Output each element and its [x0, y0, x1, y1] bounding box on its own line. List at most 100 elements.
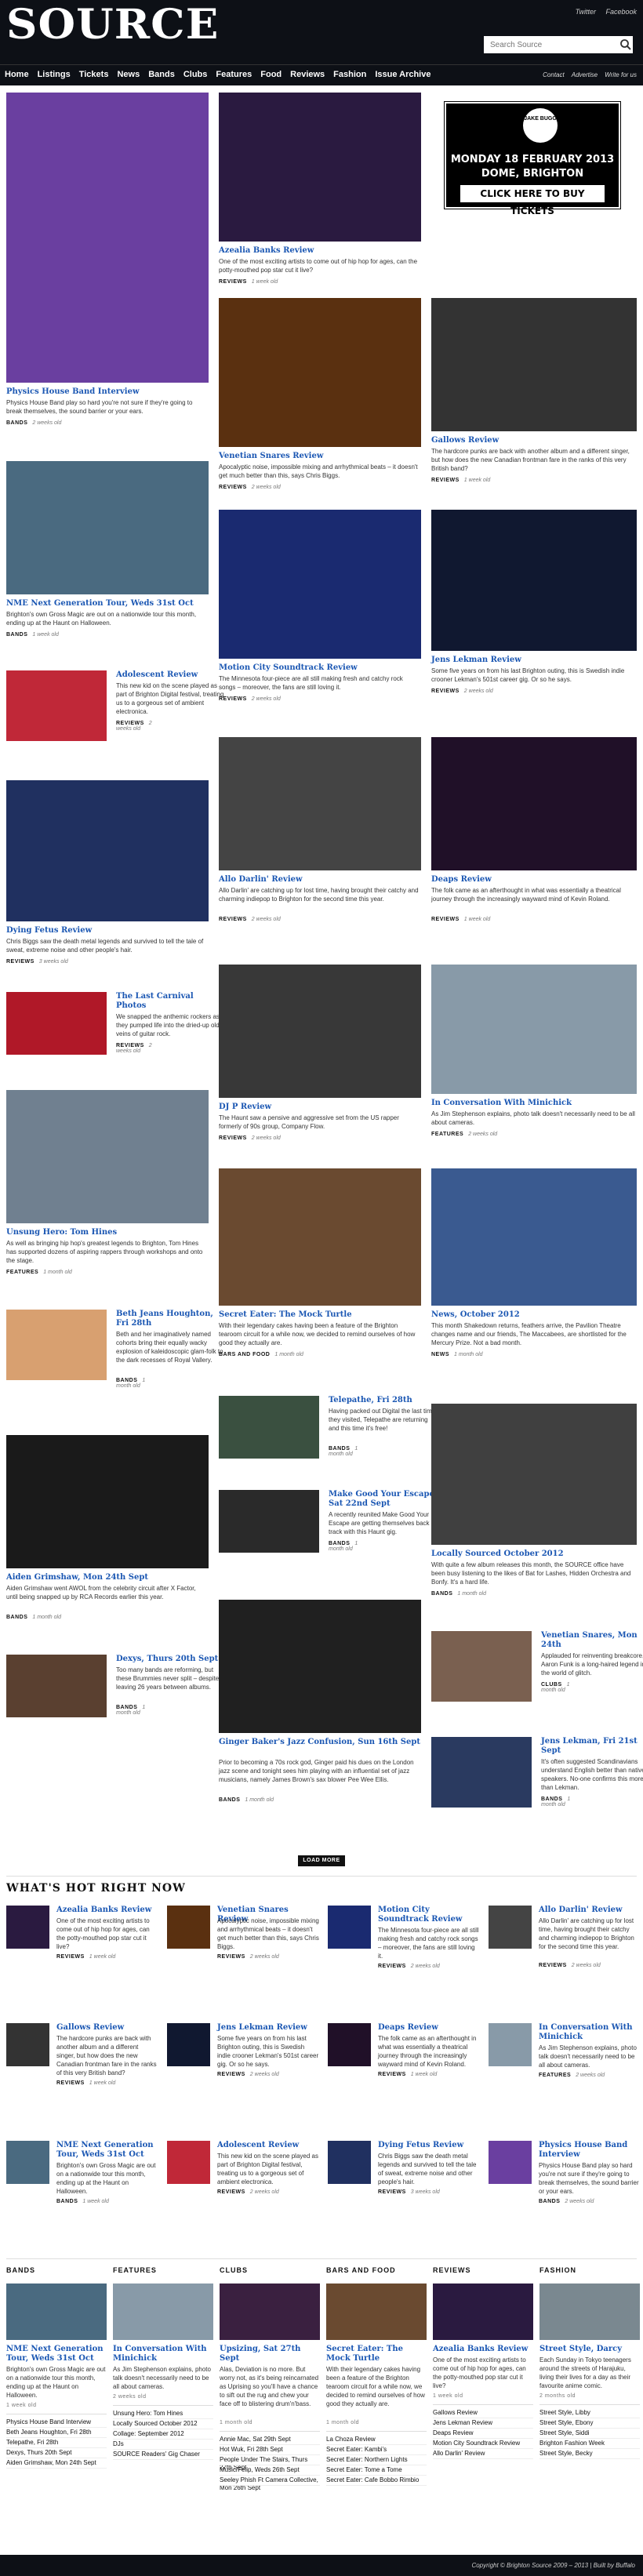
article-title[interactable]: Physics House Band Interview [6, 387, 209, 397]
column-title[interactable]: Street Style, Darcy [539, 2345, 640, 2354]
hot-thumbnail[interactable] [167, 2141, 210, 2184]
nav-item-tickets[interactable]: Tickets [79, 70, 109, 79]
article-image[interactable] [6, 780, 209, 921]
article-card[interactable]: Physics House Band Interview Physics Hous… [6, 93, 209, 457]
article-title[interactable]: Secret Eater: The Mock Turtle [219, 1310, 421, 1320]
article-card[interactable]: Deaps Review The folk came as an aftertho… [431, 737, 637, 945]
hot-item[interactable]: Allo Darlin' Review Allo Darlin' are catc… [489, 1906, 643, 2015]
article-image[interactable] [219, 298, 421, 447]
column-list-item[interactable]: Locally Sourced October 2012 [113, 2420, 213, 2428]
hot-title[interactable]: In Conversation With Minichick [539, 2023, 641, 2042]
article-card[interactable]: In Conversation With Minichick As Jim Ste… [431, 965, 637, 1168]
article-category[interactable]: REVIEWS [431, 917, 460, 922]
article-card[interactable]: Venetian Snares, Mon 24th Applauded for r… [431, 1631, 643, 1733]
article-title[interactable]: NME Next Generation Tour, Weds 31st Oct [6, 599, 209, 609]
article-card[interactable]: Allo Darlin' Review Allo Darlin' are catc… [219, 737, 421, 945]
hot-item[interactable]: In Conversation With Minichick As Jim Ste… [489, 2023, 643, 2133]
column-heading[interactable]: REVIEWS [433, 2266, 471, 2274]
hot-item[interactable]: Physics House Band Interview Physics Hous… [489, 2141, 643, 2251]
nav-item-fashion[interactable]: Fashion [333, 70, 366, 79]
article-card[interactable]: Dexys, Thurs 20th Sept Too many bands are… [6, 1655, 219, 1749]
load-more-button[interactable]: LOAD MORE [298, 1855, 345, 1866]
column-list-item[interactable]: Street Style, Ebony [539, 2419, 640, 2427]
column-list-item[interactable]: Secret Eater: Cafe Bobbo Rimbio [326, 2476, 427, 2484]
column-list-item[interactable]: DJs [113, 2440, 213, 2448]
column-title[interactable]: Azealia Banks Review [433, 2345, 533, 2354]
column-image[interactable] [326, 2284, 427, 2340]
article-title[interactable]: The Last Carnival Photos [116, 992, 226, 1011]
column-list-item[interactable]: Dexys, Thurs 20th Sept [6, 2449, 107, 2457]
hot-category[interactable]: REVIEWS [56, 2080, 85, 2086]
hot-thumbnail[interactable] [6, 2141, 49, 2184]
article-title[interactable]: Venetian Snares Review [219, 452, 421, 461]
column-list-item[interactable]: Deaps Review [433, 2429, 533, 2437]
article-title[interactable]: DJ P Review [219, 1103, 421, 1112]
article-card[interactable]: Azealia Banks Review One of the most exci… [219, 93, 421, 316]
article-title[interactable]: Dying Fetus Review [6, 926, 209, 936]
hot-thumbnail[interactable] [167, 1906, 210, 1949]
article-card[interactable]: Venetian Snares Review Apocalyptic noise,… [219, 298, 421, 521]
article-category[interactable]: REVIEWS [6, 959, 35, 965]
article-card[interactable]: Make Good Your Escape, Sat 22nd Sept A re… [219, 1490, 438, 1584]
column-list-item[interactable]: Secret Eater: Kambi's [326, 2446, 427, 2454]
article-category[interactable]: BANDS [6, 632, 27, 638]
article-title[interactable]: Unsung Hero: Tom Hines [6, 1228, 209, 1237]
article-image[interactable] [219, 1600, 421, 1733]
hot-title[interactable]: Jens Lekman Review [217, 2023, 319, 2033]
article-category[interactable]: BARS AND FOOD [219, 1352, 270, 1357]
article-title[interactable]: Ginger Baker's Jazz Confusion, Sun 16th … [219, 1738, 421, 1747]
article-card[interactable]: NME Next Generation Tour, Weds 31st Oct B… [6, 461, 209, 669]
article-card[interactable]: The Last Carnival Photos We snapped the a… [6, 992, 220, 1086]
article-image[interactable] [219, 93, 421, 242]
search-icon[interactable] [619, 38, 632, 51]
column-list-item[interactable]: Brighton Fashion Week [539, 2440, 640, 2447]
article-card[interactable]: Dying Fetus Review Chris Biggs saw the de… [6, 780, 209, 996]
article-title[interactable]: Gallows Review [431, 436, 637, 445]
article-title[interactable]: In Conversation With Minichick [431, 1099, 637, 1108]
article-card[interactable]: Adolescent Review This new kid on the sce… [6, 670, 223, 772]
article-card[interactable]: Locally Sourced October 2012 With quite a… [431, 1404, 637, 1619]
article-card[interactable]: Aiden Grimshaw, Mon 24th Sept Aiden Grims… [6, 1435, 209, 1643]
search-input[interactable] [484, 36, 633, 53]
column-list-item[interactable]: Unsung Hero: Tom Hines [113, 2410, 213, 2418]
hot-category[interactable]: REVIEWS [378, 2072, 406, 2077]
nav-item-home[interactable]: Home [5, 70, 29, 79]
hot-thumbnail[interactable] [489, 2141, 532, 2184]
column-list-item[interactable]: SOURCE Readers' Gig Chaser [113, 2451, 213, 2458]
article-card[interactable]: Jens Lekman, Fri 21st Sept It's often sug… [431, 1737, 643, 1839]
article-card[interactable]: Ginger Baker's Jazz Confusion, Sun 16th … [219, 1600, 421, 1808]
hot-title[interactable]: Physics House Band Interview [539, 2141, 641, 2160]
article-title[interactable]: Jens Lekman Review [431, 656, 637, 665]
hot-thumbnail[interactable] [6, 1906, 49, 1949]
column-list-item[interactable]: Allo Darlin' Review [433, 2450, 533, 2458]
article-image[interactable] [6, 1090, 209, 1223]
column-list-item[interactable]: Collage: September 2012 [113, 2430, 213, 2438]
article-title[interactable]: Azealia Banks Review [219, 246, 421, 256]
hot-item[interactable]: NME Next Generation Tour, Weds 31st Oct B… [6, 2141, 162, 2251]
article-category[interactable]: REVIEWS [219, 1135, 247, 1141]
article-card[interactable]: Gallows Review The hardcore punks are bac… [431, 298, 637, 506]
article-image[interactable] [6, 1655, 107, 1717]
article-image[interactable] [6, 1310, 107, 1380]
article-image[interactable] [431, 1404, 637, 1545]
article-image[interactable] [431, 1168, 637, 1306]
hot-thumbnail[interactable] [167, 2023, 210, 2066]
article-category[interactable]: BANDS [329, 1446, 350, 1451]
article-title[interactable]: Jens Lekman, Fri 21st Sept [541, 1737, 643, 1756]
nav-secondary-advertise[interactable]: Advertise [572, 71, 598, 78]
hot-category[interactable]: REVIEWS [217, 2189, 245, 2195]
article-category[interactable]: BANDS [431, 1591, 452, 1597]
hot-thumbnail[interactable] [6, 2023, 49, 2066]
hot-title[interactable]: Azealia Banks Review [56, 1906, 158, 1915]
facebook-link[interactable]: Facebook [605, 8, 637, 16]
article-image[interactable] [431, 737, 637, 870]
article-category[interactable]: BANDS [116, 1705, 137, 1710]
article-card[interactable]: Unsung Hero: Tom Hines As well as bringin… [6, 1090, 209, 1298]
article-title[interactable]: Locally Sourced October 2012 [431, 1550, 637, 1559]
nav-item-listings[interactable]: Listings [38, 70, 71, 79]
article-title[interactable]: Adolescent Review [116, 670, 226, 680]
hot-category[interactable]: REVIEWS [217, 2072, 245, 2077]
hot-item[interactable]: Motion City Soundtrack Review The Minneso… [328, 1906, 483, 2015]
article-title[interactable]: News, October 2012 [431, 1310, 637, 1320]
column-title[interactable]: Secret Eater: The Mock Turtle [326, 2345, 427, 2363]
